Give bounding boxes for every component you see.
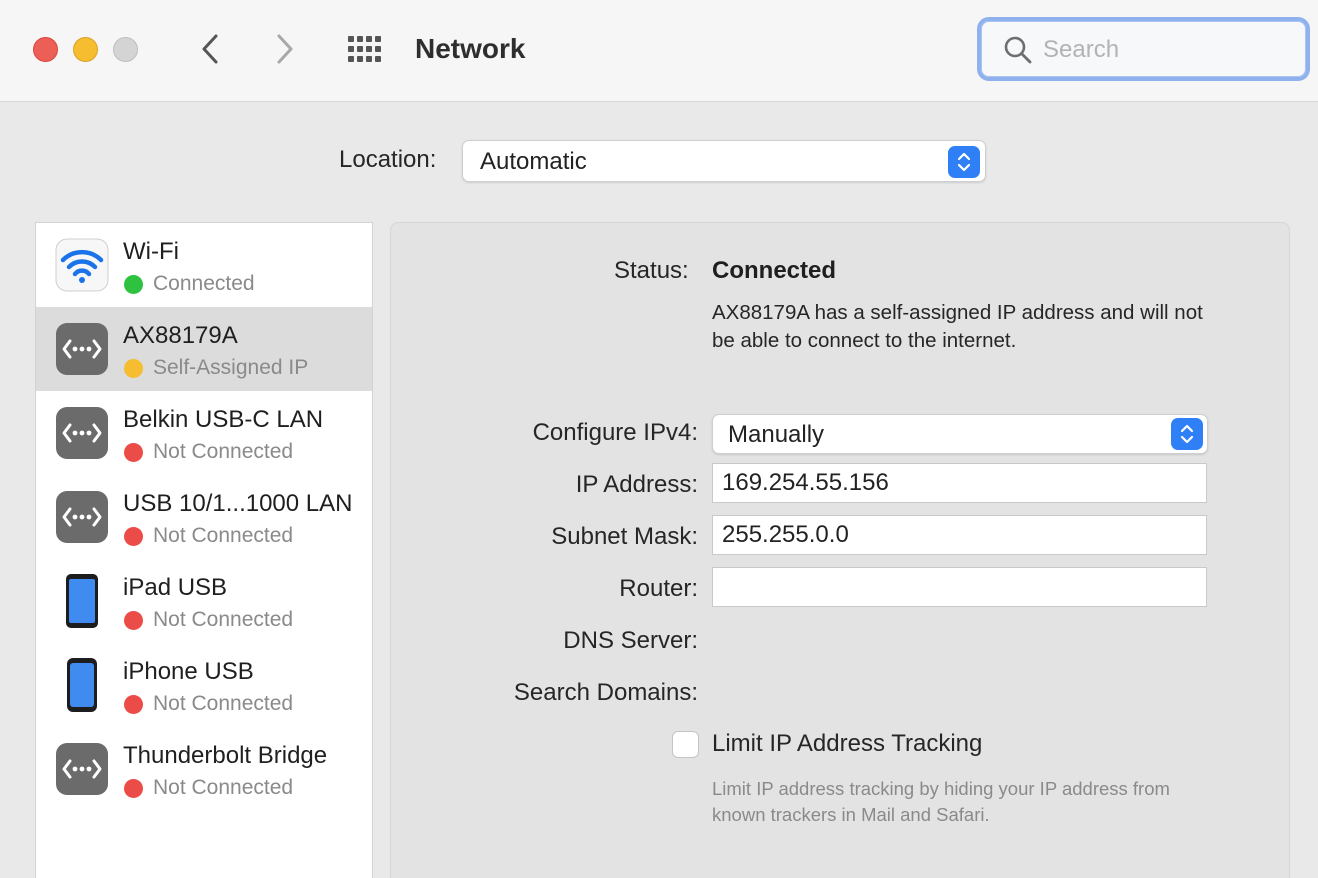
location-value: Automatic: [480, 148, 587, 175]
service-status: Self-Assigned IP: [153, 356, 309, 379]
service-name: AX88179A: [123, 322, 238, 349]
service-status: Not Connected: [153, 440, 294, 463]
service-name: Belkin USB-C LAN: [123, 406, 324, 433]
status-indicator: [124, 527, 143, 546]
close-window-button[interactable]: [33, 37, 58, 62]
dns-server-label: DNS Server:: [563, 627, 698, 654]
wifi-icon: [55, 238, 109, 292]
minimize-window-button[interactable]: [73, 37, 98, 62]
service-item-ipad-usb[interactable]: iPad USB Not Connected: [36, 559, 372, 643]
forward-button[interactable]: [270, 30, 300, 68]
back-button[interactable]: [195, 30, 225, 68]
service-item-wifi[interactable]: Wi-Fi Connected: [36, 223, 372, 307]
search-domains-label: Search Domains:: [513, 679, 698, 706]
ethernet-icon: [56, 323, 108, 375]
ip-address-label: IP Address:: [575, 471, 698, 498]
location-label: Location:: [339, 146, 437, 173]
chevron-right-icon: [277, 34, 293, 64]
search-icon: [1004, 36, 1032, 64]
service-status: Not Connected: [153, 692, 294, 715]
status-indicator: [124, 611, 143, 630]
ipad-icon: [66, 574, 98, 628]
configure-ipv4-select[interactable]: Manually: [712, 414, 1208, 454]
zoom-window-button[interactable]: [113, 37, 138, 62]
up-down-chevron-icon: [1180, 424, 1194, 444]
subnet-mask-label: Subnet Mask:: [551, 523, 698, 550]
ethernet-icon: [56, 407, 108, 459]
status-value: Connected: [712, 257, 837, 284]
limit-ip-tracking-help: Limit IP address tracking by hiding your…: [712, 778, 1170, 825]
status-indicator: [124, 275, 143, 294]
service-name: Thunderbolt Bridge: [123, 742, 328, 769]
configure-ipv4-value: Manually: [728, 421, 825, 448]
title-bar: Network: [0, 0, 1318, 102]
service-status: Not Connected: [153, 608, 294, 631]
search-box[interactable]: [977, 17, 1310, 81]
location-select[interactable]: Automatic: [462, 140, 986, 182]
chevron-left-icon: [202, 34, 218, 64]
service-name: Wi-Fi: [123, 238, 179, 265]
status-indicator: [124, 779, 143, 798]
search-input[interactable]: [1043, 33, 1283, 67]
service-status: Connected: [153, 272, 255, 295]
show-all-button[interactable]: [346, 34, 386, 64]
status-indicator: [124, 695, 143, 714]
service-status: Not Connected: [153, 524, 294, 547]
service-status: Not Connected: [153, 776, 294, 799]
service-name: USB 10/1...1000 LAN: [123, 490, 353, 517]
service-item-thunderbolt-bridge[interactable]: Thunderbolt Bridge Not Connected: [36, 727, 372, 811]
network-preferences-window: Network Location: Automatic: [0, 0, 1318, 878]
service-name: iPad USB: [123, 574, 228, 601]
status-label: Status:: [614, 257, 689, 284]
service-item-iphone-usb[interactable]: iPhone USB Not Connected: [36, 643, 372, 727]
limit-ip-tracking-checkbox[interactable]: [672, 731, 699, 758]
router-field[interactable]: [712, 567, 1207, 607]
location-stepper: [948, 146, 980, 178]
grid-icon: [348, 36, 381, 62]
router-label: Router:: [619, 575, 698, 602]
service-item-ax88179a[interactable]: AX88179A Self-Assigned IP: [36, 307, 372, 391]
status-description: AX88179A has a self-assigned IP address …: [712, 301, 1203, 352]
status-indicator: [124, 359, 143, 378]
service-item-usb-lan[interactable]: USB 10/1...1000 LAN Not Connected: [36, 475, 372, 559]
ethernet-icon: [56, 491, 108, 543]
limit-ip-tracking-label[interactable]: Limit IP Address Tracking: [712, 729, 982, 759]
iphone-icon: [67, 658, 97, 712]
ethernet-icon: [56, 743, 108, 795]
window-title: Network: [415, 33, 526, 64]
subnet-mask-field[interactable]: [712, 515, 1207, 555]
service-item-belkin-usb-c-lan[interactable]: Belkin USB-C LAN Not Connected: [36, 391, 372, 475]
service-list[interactable]: Wi-Fi Connected AX88179A Self-Assigned I…: [35, 222, 373, 878]
configure-ipv4-label: Configure IPv4:: [532, 419, 698, 446]
ip-address-field[interactable]: [712, 463, 1207, 503]
service-name: iPhone USB: [123, 658, 254, 685]
status-indicator: [124, 443, 143, 462]
up-down-chevron-icon: [957, 152, 971, 172]
configure-ipv4-stepper: [1171, 418, 1203, 450]
